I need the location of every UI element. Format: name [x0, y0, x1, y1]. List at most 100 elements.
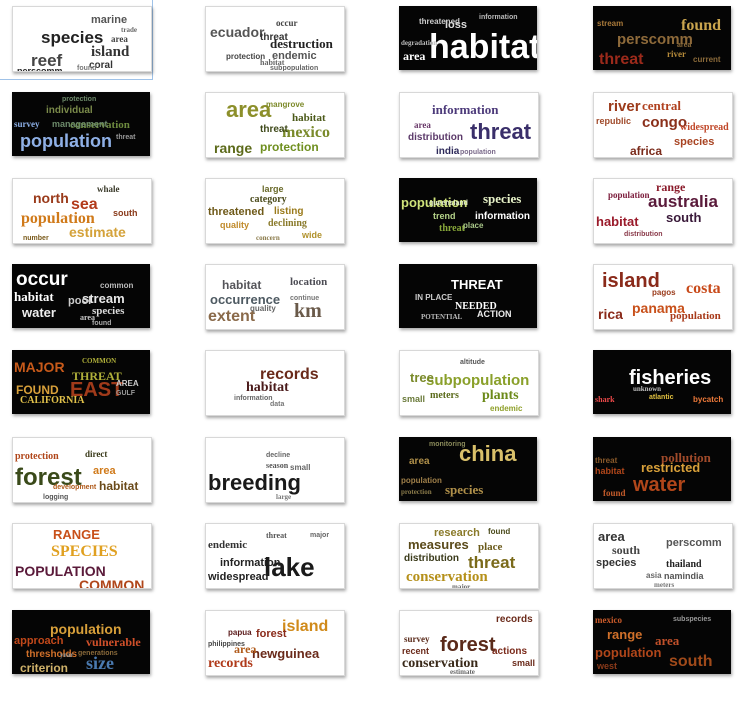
word-cloud-thumbnail[interactable]: area south perscomm species thailand namindia… [593, 523, 733, 589]
word-cloud-word: river [667, 49, 686, 59]
word-cloud-thumbnail[interactable]: island costa panama rica population pagos [593, 264, 733, 330]
gallery-cell[interactable]: species island reef marine area coral perscomm… [0, 0, 153, 80]
word-cloud-word: category [250, 194, 287, 205]
word-cloud-thumbnail[interactable]: australia range habitat south population dist… [593, 178, 733, 244]
word-cloud-thumbnail[interactable]: records habitat information data [205, 350, 345, 416]
gallery-cell[interactable]: australia range habitat south population dist… [581, 172, 733, 251]
word-cloud-word: found [77, 65, 97, 72]
gallery-cell[interactable]: sea population estimate north whale south numb… [0, 172, 152, 251]
word-cloud-word: information [479, 14, 518, 21]
word-cloud-word: concern [256, 234, 280, 242]
word-cloud-word: trend [433, 211, 456, 221]
gallery-cell[interactable]: fisheries shark bycatch atlantic unknown [581, 344, 733, 423]
word-cloud-word: area [93, 465, 116, 477]
word-cloud-thumbnail[interactable]: habitat area loss threatened degradation info… [399, 6, 537, 70]
word-cloud-thumbnail[interactable]: THREAT NEEDED ACTION IN PLACE POTENTIAL [399, 264, 537, 328]
gallery-cell[interactable]: population vulnerable approach criterion siz… [0, 604, 152, 683]
gallery-cell[interactable]: population conservation individual manageme… [0, 86, 152, 165]
word-cloud-thumbnail[interactable]: breeding season small decline large [205, 437, 345, 503]
word-cloud-word: found [681, 17, 722, 34]
gallery-cell[interactable]: population species information trend threat p… [387, 172, 539, 251]
word-cloud-thumbnail[interactable]: species island reef marine area coral perscomm… [12, 6, 152, 72]
word-cloud-word: conservation [406, 569, 488, 585]
gallery-cell[interactable]: forest conservation records actions survey re… [387, 604, 539, 683]
gallery-cell[interactable]: threat information distribution india area po… [387, 86, 539, 165]
word-cloud-thumbnail[interactable]: population conservation individual manageme… [12, 92, 150, 156]
word-cloud-thumbnail[interactable]: river central congo republic widespread speci… [593, 92, 733, 158]
word-cloud-word: area [414, 120, 431, 130]
word-cloud-thumbnail[interactable]: ecuador destruction endemic threat occur prot… [205, 6, 345, 72]
word-cloud-word: costa [686, 280, 721, 297]
gallery-cell[interactable]: MAJOR THREAT EAST FOUND CALIFORNIA AREA GULF CO… [0, 344, 152, 423]
gallery-cell[interactable]: records habitat information data [193, 344, 345, 423]
gallery-cell[interactable]: lake endemic information widespread threat ma… [193, 517, 345, 596]
word-cloud-thumbnail[interactable]: habitat location occurrence extent km quality… [205, 264, 345, 330]
word-cloud-word: found [603, 488, 626, 498]
word-cloud-word: common [100, 281, 134, 290]
gallery-cell[interactable]: occur habitat stream water species pool common… [0, 258, 152, 337]
word-cloud-word: subspecies [673, 616, 712, 623]
word-cloud-word: endemic [208, 539, 248, 551]
word-cloud-thumbnail[interactable]: threatened category large listing declining q… [205, 178, 345, 244]
word-cloud-word: habitat [260, 58, 285, 67]
word-cloud-word: season [266, 461, 289, 470]
word-cloud-word: mangrove [266, 100, 305, 109]
word-cloud-word: large [262, 184, 284, 194]
word-cloud-thumbnail[interactable]: occur habitat stream water species pool common… [12, 264, 150, 328]
gallery-cell[interactable]: ecuador destruction endemic threat occur prot… [193, 0, 345, 79]
word-cloud-thumbnail[interactable]: MAJOR THREAT EAST FOUND CALIFORNIA AREA GULF CO… [12, 350, 150, 414]
gallery-cell[interactable]: water pollution restricted habitat found thre… [581, 431, 733, 510]
word-cloud-word: estimate [69, 224, 126, 240]
gallery-cell[interactable]: habitat area loss threatened degradation info… [387, 0, 539, 79]
word-cloud-word: south [113, 208, 138, 218]
gallery-cell[interactable]: forest protection habitat area direct develop… [0, 431, 152, 510]
word-cloud-word: threat [470, 119, 532, 144]
word-cloud-word: population [608, 190, 650, 200]
word-cloud-word: occur [16, 269, 68, 290]
gallery-cell[interactable]: subpopulation plants tree small meters endemi… [387, 344, 539, 423]
word-cloud-thumbnail[interactable]: china species area population protection moni… [399, 437, 537, 501]
gallery-cell[interactable]: population area range south mexico subspecies… [581, 604, 733, 683]
word-cloud-word: protection [62, 96, 97, 103]
word-cloud-word: papua [228, 628, 252, 637]
word-cloud-word: area [598, 529, 625, 544]
gallery-cell[interactable]: threatened category large listing declining q… [193, 172, 345, 251]
gallery-cell[interactable]: china species area population protection moni… [387, 431, 539, 510]
gallery-cell[interactable]: breeding season small decline large [193, 431, 345, 510]
word-cloud-word: occur [276, 18, 298, 28]
gallery-cell[interactable]: perscomm found threat stream river current are… [581, 0, 733, 79]
gallery-cell[interactable]: THREAT NEEDED ACTION IN PLACE POTENTIAL [387, 258, 539, 337]
gallery-cell[interactable]: island records newguinea forest area papua phi… [193, 604, 345, 683]
gallery-cell[interactable]: island costa panama rica population pagos [581, 258, 733, 337]
word-cloud-thumbnail[interactable]: forest conservation records actions survey re… [399, 610, 539, 676]
word-cloud-word: south [612, 543, 641, 557]
word-cloud-thumbnail[interactable]: forest protection habitat area direct develop… [12, 437, 152, 503]
word-cloud-word: survey [404, 634, 430, 644]
word-cloud-thumbnail[interactable]: RANGE SPECIES POPULATION COMMON [12, 523, 152, 589]
word-cloud-thumbnail[interactable]: threat conservation measures research place d… [399, 523, 539, 589]
word-cloud-thumbnail[interactable]: fisheries shark bycatch atlantic unknown [593, 350, 731, 414]
gallery-cell[interactable]: area south perscomm species thailand namindia… [581, 517, 733, 596]
gallery-cell[interactable]: threat conservation measures research place d… [387, 517, 539, 596]
word-cloud-thumbnail[interactable]: island records newguinea forest area papua phi… [205, 610, 345, 676]
gallery-cell[interactable]: habitat location occurrence extent km quality… [193, 258, 345, 337]
gallery-cell[interactable]: area mexico range protection habitat threat ma… [193, 86, 345, 165]
word-cloud-thumbnail[interactable]: perscomm found threat stream river current are… [593, 6, 731, 70]
word-cloud-thumbnail[interactable]: threat information distribution india area po… [399, 92, 539, 158]
word-cloud-word: trade [121, 26, 137, 34]
word-cloud-word: subpopulation [426, 372, 530, 389]
word-cloud-thumbnail[interactable]: water pollution restricted habitat found thre… [593, 437, 731, 501]
word-cloud-thumbnail[interactable]: area mexico range protection habitat threat ma… [205, 92, 345, 158]
gallery-cell[interactable]: river central congo republic widespread speci… [581, 86, 733, 165]
word-cloud-thumbnail[interactable]: population species information trend threat p… [399, 178, 537, 242]
word-cloud-thumbnail[interactable]: population area range south mexico subspecies… [593, 610, 731, 674]
word-cloud-thumbnail[interactable]: subpopulation plants tree small meters endemi… [399, 350, 539, 416]
word-cloud-thumbnail[interactable]: lake endemic information widespread threat ma… [205, 523, 345, 589]
word-cloud-word: place [478, 541, 503, 553]
word-cloud-word: quality [220, 220, 250, 230]
word-cloud-word: distribution [624, 231, 663, 238]
word-cloud-thumbnail[interactable]: population vulnerable approach criterion siz… [12, 610, 150, 674]
word-cloud-thumbnail[interactable]: sea population estimate north whale south numb… [12, 178, 152, 244]
word-cloud-word: records [496, 614, 533, 625]
gallery-cell[interactable]: RANGE SPECIES POPULATION COMMON [0, 517, 152, 596]
